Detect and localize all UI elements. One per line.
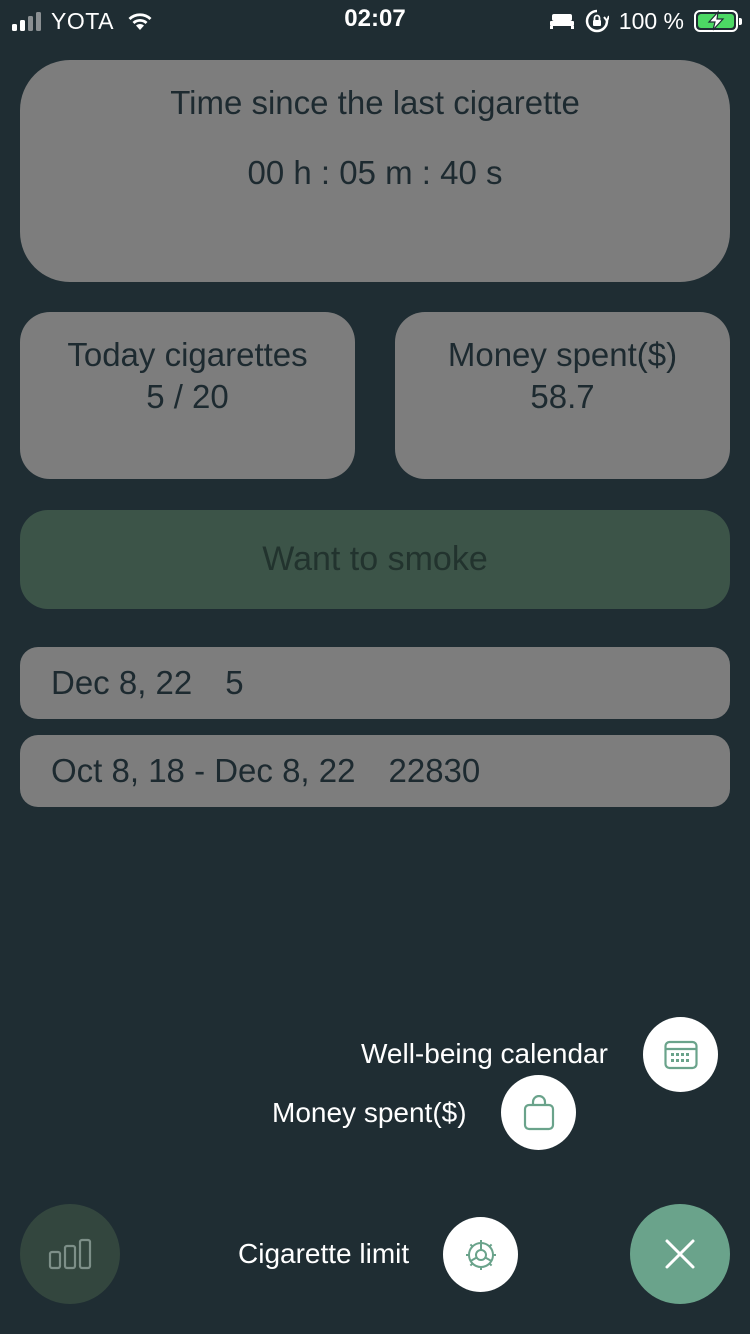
history-row-today: Dec 8, 22 5 bbox=[20, 647, 730, 719]
timer-value: 00 h : 05 m : 40 s bbox=[247, 154, 503, 191]
history-period: Oct 8, 18 - Dec 8, 22 bbox=[51, 752, 356, 789]
well-being-calendar-button[interactable] bbox=[643, 1017, 718, 1092]
money-spent-value: 58.7 bbox=[530, 378, 595, 415]
history-row-total: Oct 8, 18 - Dec 8, 22 22830 bbox=[20, 735, 730, 807]
app-screen: YOTA 02:07 100 % Time since the last cig… bbox=[0, 0, 750, 1334]
shopping-bag-icon bbox=[523, 1094, 554, 1130]
gear-icon bbox=[465, 1239, 496, 1270]
money-spent-button[interactable] bbox=[501, 1075, 576, 1150]
timer-title: Time since the last cigarette bbox=[170, 84, 580, 121]
calendar-icon bbox=[663, 1040, 698, 1069]
bed-icon bbox=[549, 14, 574, 29]
today-cigarettes-title: Today cigarettes bbox=[67, 336, 308, 373]
want-to-smoke-button[interactable]: Want to smoke bbox=[20, 510, 730, 609]
well-being-calendar-label[interactable]: Well-being calendar bbox=[361, 1038, 608, 1070]
money-spent-card: Money spent($) 58.7 bbox=[395, 312, 730, 479]
statistics-button[interactable] bbox=[20, 1204, 120, 1304]
time-since-last-card: Time since the last cigarette 00 h : 05 … bbox=[20, 60, 730, 282]
orientation-lock-icon bbox=[585, 9, 609, 33]
close-icon bbox=[665, 1239, 695, 1269]
today-cigarettes-value: 5 / 20 bbox=[146, 378, 229, 415]
history-count: 22830 bbox=[388, 752, 481, 789]
cigarette-limit-label[interactable]: Cigarette limit bbox=[238, 1238, 409, 1270]
status-right: 100 % bbox=[549, 6, 742, 36]
battery-charging-icon bbox=[694, 10, 742, 32]
status-bar: YOTA 02:07 100 % bbox=[0, 0, 750, 40]
history-count: 5 bbox=[225, 664, 244, 701]
battery-percent: 100 % bbox=[618, 7, 684, 34]
history-period: Dec 8, 22 bbox=[51, 664, 193, 701]
bar-chart-icon bbox=[48, 1238, 92, 1270]
close-menu-button[interactable] bbox=[630, 1204, 730, 1304]
money-spent-label[interactable]: Money spent($) bbox=[272, 1097, 467, 1129]
cigarette-limit-button[interactable] bbox=[443, 1217, 518, 1292]
money-spent-title: Money spent($) bbox=[447, 336, 678, 373]
today-cigarettes-card: Today cigarettes 5 / 20 bbox=[20, 312, 355, 479]
